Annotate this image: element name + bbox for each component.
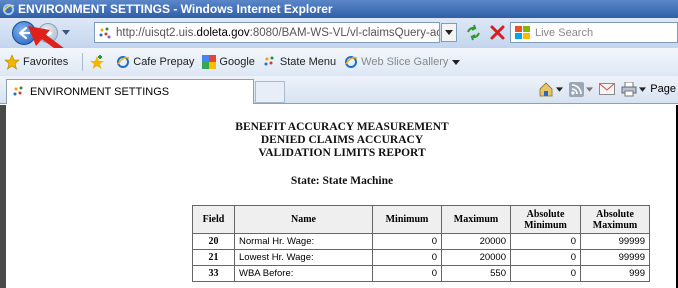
chevron-down-icon [445, 30, 453, 35]
window-title: ENVIRONMENT SETTINGS - Windows Internet … [18, 2, 333, 16]
favorites-label: Favorites [23, 56, 69, 68]
favorite-label: State Menu [279, 56, 337, 68]
cell-field: 21 [192, 249, 235, 266]
rss-feed-icon [569, 81, 585, 97]
cell-absolute-maximum: 999 [580, 265, 650, 282]
page-favicon-icon [99, 27, 111, 38]
search-box[interactable]: Live Search [510, 22, 678, 43]
favorites-button[interactable]: Favorites [4, 54, 68, 70]
cell-absolute-minimum: 0 [510, 265, 581, 282]
favorites-bar: Favorites Cafe Prepay Google State Menu … [0, 48, 678, 76]
read-mail-button[interactable] [599, 83, 616, 95]
chevron-down-icon [452, 59, 461, 65]
command-bar: Page [532, 81, 678, 97]
printer-icon [621, 81, 637, 96]
cell-absolute-minimum: 0 [510, 233, 581, 250]
navigation-bar: http://uisqt2.uis.doleta.gov:8080/BAM-WS… [0, 18, 678, 48]
favorite-link-google[interactable]: Google [202, 55, 255, 69]
column-header-minimum: Minimum [372, 205, 442, 234]
ie-logo-icon [2, 3, 15, 15]
favorite-label: Cafe Prepay [133, 56, 195, 68]
table-row: 33 WBA Before: 0 550 0 999 [192, 265, 650, 282]
cell-maximum: 550 [441, 265, 511, 282]
title-bar: ENVIRONMENT SETTINGS - Windows Internet … [0, 0, 678, 18]
validation-limits-table: Field Name Minimum Maximum Absolute Mini… [192, 205, 650, 282]
tab-bar: ENVIRONMENT SETTINGS Page [0, 76, 678, 104]
add-to-favorites-icon [90, 55, 105, 69]
tab-environment-settings[interactable]: ENVIRONMENT SETTINGS [6, 79, 254, 104]
stop-icon[interactable] [488, 23, 507, 42]
chevron-down-icon [556, 86, 564, 92]
report-title-line-2: DENIED CLAIMS ACCURACY [260, 134, 424, 146]
add-favorite-button[interactable] [89, 54, 108, 70]
table-row: 20 Normal Hr. Wage: 0 20000 0 99999 [192, 233, 650, 250]
report-title-line-1: BENEFIT ACCURACY MEASUREMENT [235, 121, 449, 133]
ie-page-icon [117, 56, 130, 68]
column-header-absolute-minimum: Absolute Minimum [510, 205, 581, 234]
cell-maximum: 20000 [441, 233, 511, 250]
report-state: State: State Machine [290, 175, 394, 187]
cell-field: 33 [192, 265, 235, 282]
google-icon [202, 55, 217, 69]
favorite-link-web-slice-gallery[interactable]: Web Slice Gallery [344, 55, 463, 69]
favorite-link-cafe-prepay[interactable]: Cafe Prepay [116, 55, 194, 69]
favorite-link-state-menu[interactable]: State Menu [263, 55, 336, 69]
cell-minimum: 0 [372, 233, 442, 250]
column-header-maximum: Maximum [441, 205, 511, 234]
chevron-down-icon [639, 86, 647, 92]
cell-field: 20 [192, 233, 235, 250]
cell-maximum: 20000 [441, 249, 511, 266]
address-dropdown-button[interactable] [441, 23, 457, 42]
cell-name: WBA Before: [234, 265, 373, 282]
favorite-label: Google [219, 56, 255, 68]
cell-absolute-maximum: 99999 [580, 233, 650, 250]
page-favicon-icon [264, 56, 274, 66]
ie-page-icon [345, 56, 358, 68]
cell-minimum: 0 [372, 265, 442, 282]
cell-name: Lowest Hr. Wage: [234, 249, 373, 266]
search-placeholder: Live Search [535, 26, 594, 39]
home-button[interactable] [538, 81, 564, 97]
column-header-field: Field [192, 205, 235, 234]
column-header-absolute-maximum: Absolute Maximum [580, 205, 650, 234]
mail-icon [599, 83, 616, 95]
page-menu-button[interactable]: Page [650, 83, 676, 95]
page-content: BENEFIT ACCURACY MEASUREMENT DENIED CLAI… [0, 105, 678, 288]
new-tab-button[interactable] [255, 81, 285, 103]
address-bar[interactable]: http://uisqt2.uis.doleta.gov:8080/BAM-WS… [94, 22, 440, 43]
refresh-icon[interactable] [464, 23, 483, 42]
cell-minimum: 0 [372, 249, 442, 266]
divider [82, 53, 84, 71]
favorite-label: Web Slice Gallery [361, 56, 449, 68]
table-header-row: Field Name Minimum Maximum Absolute Mini… [192, 205, 650, 234]
address-url: http://uisqt2.uis.doleta.gov:8080/BAM-WS… [116, 26, 439, 39]
print-button[interactable] [621, 81, 647, 97]
star-icon [4, 54, 20, 70]
cell-absolute-maximum: 99999 [580, 249, 650, 266]
chevron-down-icon [586, 86, 594, 92]
cell-absolute-minimum: 0 [510, 249, 581, 266]
cell-name: Normal Hr. Wage: [234, 233, 373, 250]
live-search-icon [515, 25, 530, 39]
table-row: 21 Lowest Hr. Wage: 0 20000 0 99999 [192, 249, 650, 266]
feeds-button[interactable] [569, 81, 594, 97]
tab-label: ENVIRONMENT SETTINGS [30, 86, 170, 98]
page-favicon-icon [13, 86, 23, 96]
home-icon [539, 82, 553, 97]
report-title-line-3: VALIDATION LIMITS REPORT [258, 147, 426, 159]
column-header-name: Name [234, 205, 373, 234]
